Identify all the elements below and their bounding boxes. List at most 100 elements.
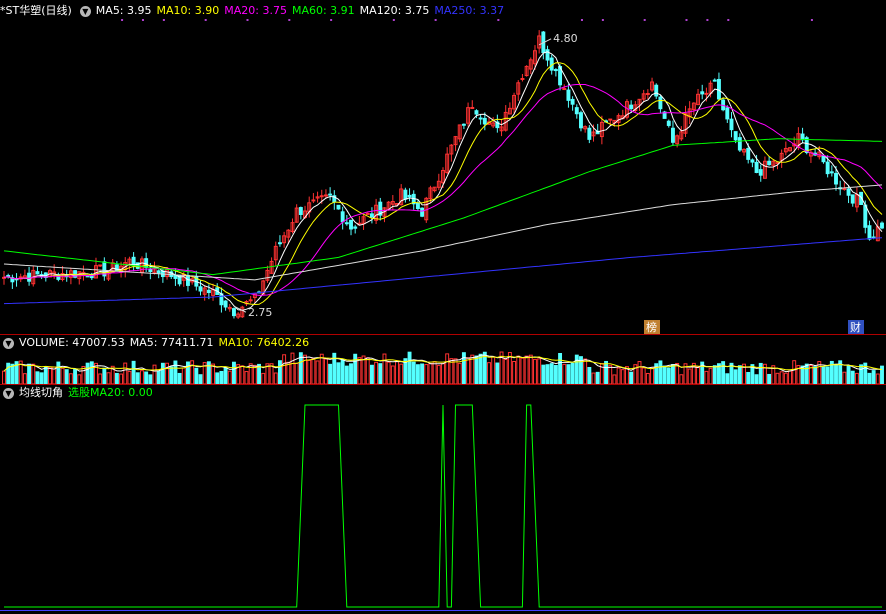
ma250-label: MA250: 3.37 — [434, 4, 505, 17]
candle-body — [173, 275, 178, 279]
candle-body — [144, 258, 149, 268]
volume-bar — [842, 371, 847, 385]
volume-bar — [767, 373, 772, 385]
volume-bar — [131, 360, 136, 385]
volume-bar — [68, 373, 73, 385]
volume-bar — [725, 373, 730, 385]
volume-bar — [395, 360, 399, 385]
marker-dot — [141, 19, 144, 21]
volume-bar — [859, 364, 864, 385]
candle-body — [328, 193, 333, 196]
volume-bar — [574, 354, 579, 385]
marker-dot — [643, 19, 646, 21]
candle-body — [566, 89, 571, 101]
volume-bar — [491, 356, 496, 385]
candle-body — [248, 299, 253, 302]
candle-body — [821, 155, 826, 163]
chevron-down-icon[interactable]: ▼ — [3, 337, 14, 349]
volume-bar — [144, 371, 149, 385]
volume-bar — [186, 361, 190, 385]
candle-body — [704, 92, 709, 95]
marker-dot — [246, 19, 249, 21]
volume-bar — [181, 367, 186, 385]
candle-body — [336, 204, 341, 210]
volume-bar — [85, 362, 90, 385]
volume-bar — [64, 369, 69, 385]
volume-bar — [22, 373, 27, 385]
candle-body — [156, 270, 161, 274]
candle-body — [482, 117, 487, 125]
candle-body — [277, 242, 282, 245]
volume-bar — [541, 364, 546, 385]
volume-bar — [591, 372, 596, 385]
volume-bar — [566, 364, 571, 385]
marker-dot — [204, 19, 207, 21]
volume-bar — [378, 363, 383, 385]
chevron-down-icon[interactable]: ▼ — [79, 5, 91, 17]
marker-dot — [288, 19, 291, 21]
volume-bar — [612, 374, 617, 385]
volume-bar — [160, 362, 165, 385]
candle-body — [767, 160, 772, 166]
volume-bar — [620, 369, 625, 385]
volume-bar — [31, 363, 36, 385]
candle-body — [365, 212, 370, 215]
candle-body — [407, 194, 412, 198]
volume-bar — [248, 363, 253, 385]
candle-body — [114, 264, 119, 272]
marker-dot — [580, 19, 583, 21]
stock-title: *ST华塑(日线) — [0, 4, 72, 17]
ma10-label: MA10: 3.90 — [156, 4, 220, 17]
volume-bar — [123, 362, 128, 385]
volume-bar — [875, 373, 880, 385]
volume-bar — [583, 358, 588, 385]
candle-body — [461, 123, 466, 126]
volume-bar — [98, 373, 103, 385]
volume-bar — [850, 370, 855, 385]
candle-body — [311, 199, 316, 202]
marker-dot — [392, 19, 395, 21]
volume-bar — [495, 362, 500, 385]
volume-bar — [315, 360, 320, 385]
ma20-label: MA20: 3.75 — [224, 4, 287, 17]
candle-body — [474, 110, 479, 115]
candle-body — [574, 107, 579, 115]
volume-bar — [666, 367, 671, 385]
event-badge[interactable]: 财 — [848, 320, 864, 334]
volume-bar — [604, 360, 609, 385]
candle-body — [148, 268, 153, 273]
volume-bar — [307, 359, 312, 385]
volume-bar — [261, 372, 266, 385]
chevron-down-icon[interactable]: ▼ — [3, 387, 14, 399]
volume-bar — [35, 371, 40, 385]
volume-bar — [670, 364, 675, 385]
volume-bar — [173, 360, 178, 385]
volume-bar — [466, 357, 471, 385]
volume-bar — [252, 364, 257, 385]
volume-bar — [587, 367, 592, 385]
volume-bar — [344, 365, 349, 385]
volume-bar — [2, 370, 6, 385]
volume-bar — [215, 372, 220, 385]
event-badge[interactable]: 榜 — [644, 320, 660, 334]
volume-bar — [704, 370, 709, 385]
volume-bar — [516, 355, 521, 385]
volume-bar — [140, 370, 144, 385]
volume-bar — [240, 365, 245, 385]
volume-bar — [528, 354, 533, 385]
candle-body — [834, 172, 838, 185]
candle-body — [758, 169, 763, 176]
candle-body — [570, 98, 575, 105]
volume-bar — [854, 372, 859, 385]
signal-plot — [4, 404, 882, 608]
marker-dot — [727, 19, 730, 21]
volume-bar — [411, 361, 416, 385]
volume-panel-header: ▼ VOLUME: 47007.53 MA5: 77411.71 MA10: 7… — [0, 335, 314, 351]
candle-body — [867, 225, 872, 240]
volume-bar — [135, 372, 140, 385]
candle-body — [725, 107, 730, 120]
volume-bar — [641, 367, 646, 385]
candle-body — [658, 96, 663, 110]
volume-bar — [369, 364, 374, 385]
marker-dot — [330, 19, 333, 21]
